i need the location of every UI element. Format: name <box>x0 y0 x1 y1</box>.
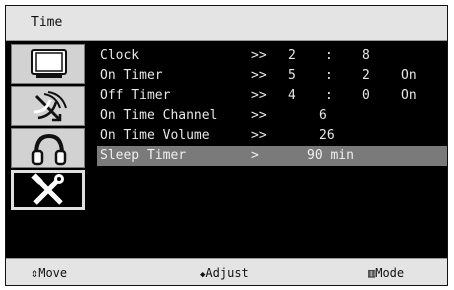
hour-value: 2 <box>288 48 296 63</box>
osd-menu-window: Time Clock >> 2: 8 On Timer >> 5: 2 On… <box>5 5 448 286</box>
menu-item-on-time-channel[interactable]: On Time Channel >> 6 <box>97 106 447 126</box>
menu-item-sleep-timer[interactable]: Sleep Timer > 90 min <box>97 146 447 166</box>
menu-item-off-timer[interactable]: Off Timer >> 4 : 0 On <box>97 86 447 106</box>
submenu-arrow: >> <box>251 108 267 123</box>
item-label: On Time Volume <box>100 128 210 143</box>
submenu-arrow: >> <box>251 88 267 103</box>
item-label: Clock <box>100 48 140 63</box>
time-separator: : <box>325 48 333 63</box>
sleep-value: 90 min <box>307 148 354 163</box>
menu-item-clock[interactable]: Clock >> 2 : 8 <box>97 46 447 66</box>
menu-body: Clock >> 2 : 8 On Timer >> 5 : 2 On Off … <box>6 41 447 258</box>
volume-value: 26 <box>319 128 335 143</box>
minute-value: 8 <box>362 48 370 63</box>
move-label: Move <box>38 266 68 280</box>
menu-title: Time <box>31 15 63 30</box>
minute-value: 0 <box>362 88 370 103</box>
item-label: On Time Channel <box>100 108 218 123</box>
adjust-label: Adjust <box>205 266 249 280</box>
time-separator: : <box>325 88 333 103</box>
menu-item-on-timer[interactable]: On Timer >> 5 : 2 On <box>97 66 447 86</box>
timer-state: On <box>401 68 417 83</box>
time-separator: : <box>325 68 333 83</box>
category-sidebar <box>11 44 87 212</box>
submenu-arrow: >> <box>251 128 267 143</box>
submenu-arrow: >> <box>251 68 267 83</box>
time-menu-list: Clock >> 2 : 8 On Timer >> 5 : 2 On Off … <box>97 46 447 166</box>
menu-item-on-time-volume[interactable]: On Time Volume >> 26 <box>97 126 447 146</box>
tv-picture-icon[interactable] <box>11 44 85 84</box>
headphones-sound-icon[interactable] <box>11 128 85 168</box>
hour-value: 4 <box>288 88 296 103</box>
title-bar: Time <box>6 6 447 41</box>
help-bar: ⇕Move ◆Adjust ▥Mode <box>6 258 447 285</box>
timer-state: On <box>401 88 417 103</box>
tools-setup-icon[interactable] <box>11 170 85 210</box>
mode-hint: ▥Mode <box>368 266 404 280</box>
channel-value: 6 <box>319 108 327 123</box>
move-hint: ⇕Move <box>31 266 67 280</box>
item-label: On Timer <box>100 68 163 83</box>
mode-label: Mode <box>375 266 405 280</box>
item-label: Sleep Timer <box>100 148 187 163</box>
antenna-channel-icon[interactable] <box>11 86 85 126</box>
hour-value: 5 <box>288 68 296 83</box>
adjust-hint: ◆Adjust <box>200 266 249 280</box>
submenu-arrow: > <box>251 148 259 163</box>
submenu-arrow: >> <box>251 48 267 63</box>
item-label: Off Timer <box>100 88 171 103</box>
minute-value: 2 <box>362 68 370 83</box>
